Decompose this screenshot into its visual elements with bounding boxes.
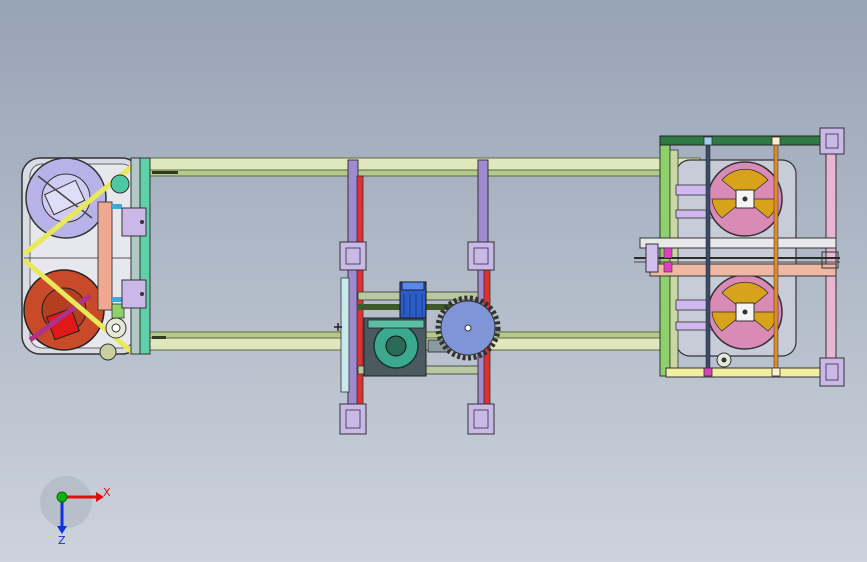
yellow-bottom-bar (665, 367, 837, 378)
chain-segment-left (152, 171, 178, 339)
dark-green-top-bar (659, 135, 837, 146)
blue-bar-upper (112, 204, 122, 209)
rod-cap-top-1 (703, 136, 713, 146)
foot-bottom-right (467, 403, 495, 435)
left-vertical-bar-dark (130, 157, 141, 355)
bottom-wheel (99, 343, 117, 361)
triad-origin-shadow (40, 476, 92, 528)
foot-bottom-left (339, 403, 367, 435)
right-plate-bottom (819, 357, 845, 387)
top-rail-inner (139, 169, 661, 177)
red-post-left (356, 175, 364, 429)
shaft-magenta-2 (663, 261, 673, 273)
rod-cap-bottom-2 (771, 367, 781, 377)
left-end-assembly (21, 157, 178, 361)
right-small-gear-hub (721, 357, 727, 363)
gearbox-center (385, 335, 407, 357)
right-olive-bar (669, 149, 679, 371)
middle-drive-assembly (334, 159, 501, 435)
motor-cap (401, 281, 425, 291)
purple-post-left (347, 159, 359, 429)
triad-y-axis (56, 491, 68, 503)
pink-side-bar (825, 144, 837, 364)
shaft-magenta-1 (663, 247, 673, 259)
left-plate-2-bolt (140, 292, 144, 296)
orange-rod (773, 141, 779, 375)
coordinate-triad-icon: X Z (40, 476, 111, 547)
small-gear-left-hub (111, 323, 121, 333)
blue-bar-lower (112, 297, 122, 302)
left-vertical-bar-teal (139, 157, 151, 355)
light-blue-strip (340, 277, 350, 393)
left-plate-1-bolt (140, 220, 144, 224)
foot-top-left (339, 241, 367, 271)
right-center-salmon (649, 263, 837, 277)
right-plate-top (819, 127, 845, 155)
salmon-belt (97, 201, 113, 311)
pink-wheel-top-bore (742, 196, 748, 202)
pink-wheel-bottom-bore (742, 309, 748, 315)
right-end-assembly (634, 127, 845, 387)
triad-z-label: Z (58, 534, 66, 547)
blue-sprocket-hub (464, 324, 472, 332)
dark-rod (705, 141, 711, 375)
rod-cap-bottom-1 (703, 367, 713, 377)
triad-z-arrow (57, 526, 67, 534)
gearbox-flange (367, 319, 425, 329)
foot-top-right (467, 241, 495, 271)
cad-viewport[interactable]: X Z (0, 0, 867, 562)
shaft-collar-left (645, 243, 659, 273)
triad-x-label: X (103, 486, 111, 499)
top-rail (139, 157, 701, 171)
teal-roller (110, 174, 130, 194)
right-center-plate (639, 237, 837, 249)
rod-cap-top-2 (771, 136, 781, 146)
